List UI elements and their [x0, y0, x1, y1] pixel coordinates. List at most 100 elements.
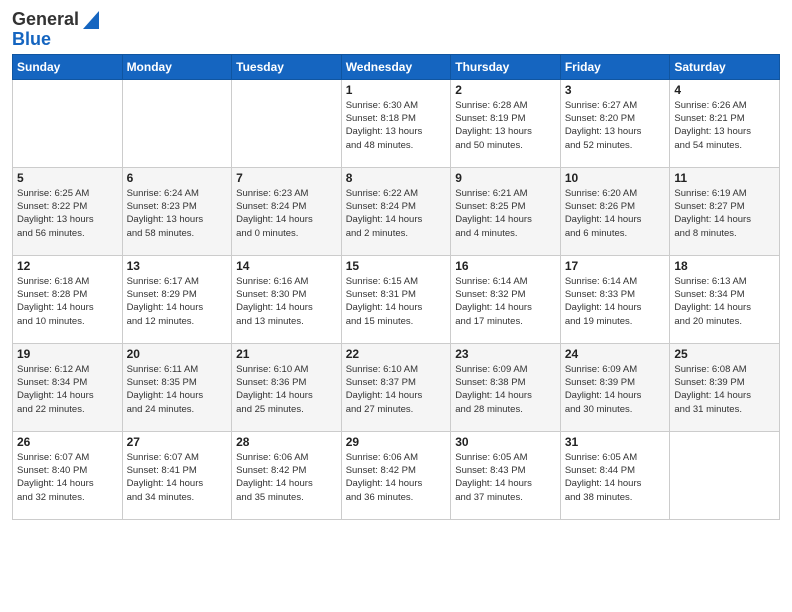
calendar-table: SundayMondayTuesdayWednesdayThursdayFrid… — [12, 54, 780, 520]
day-info: Sunrise: 6:20 AM Sunset: 8:26 PM Dayligh… — [565, 187, 666, 240]
day-number: 24 — [565, 347, 666, 361]
calendar-cell: 19Sunrise: 6:12 AM Sunset: 8:34 PM Dayli… — [13, 343, 123, 431]
day-number: 26 — [17, 435, 118, 449]
calendar-cell: 2 Sunrise: 6:28 AM Sunset: 8:19 PM Daylig… — [451, 79, 561, 167]
day-number: 16 — [455, 259, 556, 273]
week-row-3: 12 Sunrise: 6:18 AM Sunset: 8:28 PM Dayli… — [13, 255, 780, 343]
day-info: Sunrise: 6:17 AM Sunset: 8:29 PM Dayligh… — [127, 275, 228, 328]
day-number: 20 — [127, 347, 228, 361]
day-number: 25 — [674, 347, 775, 361]
day-header-monday: Monday — [122, 54, 232, 79]
day-number: 17 — [565, 259, 666, 273]
day-info: Sunrise: 6:25 AM Sunset: 8:22 PM Dayligh… — [17, 187, 118, 240]
calendar-cell: 31Sunrise: 6:05 AM Sunset: 8:44 PM Dayli… — [560, 431, 670, 519]
calendar-cell: 29Sunrise: 6:06 AM Sunset: 8:42 PM Dayli… — [341, 431, 451, 519]
calendar-cell: 22Sunrise: 6:10 AM Sunset: 8:37 PM Dayli… — [341, 343, 451, 431]
day-info: Sunrise: 6:07 AM Sunset: 8:40 PM Dayligh… — [17, 451, 118, 504]
day-number: 30 — [455, 435, 556, 449]
calendar-cell: 26 Sunrise: 6:07 AM Sunset: 8:40 PM Dayli… — [13, 431, 123, 519]
calendar-cell: 14Sunrise: 6:16 AM Sunset: 8:30 PM Dayli… — [232, 255, 342, 343]
day-number: 31 — [565, 435, 666, 449]
day-number: 7 — [236, 171, 337, 185]
day-header-thursday: Thursday — [451, 54, 561, 79]
calendar-cell: 30Sunrise: 6:05 AM Sunset: 8:43 PM Dayli… — [451, 431, 561, 519]
day-info: Sunrise: 6:16 AM Sunset: 8:30 PM Dayligh… — [236, 275, 337, 328]
day-number: 4 — [674, 83, 775, 97]
day-info: Sunrise: 6:30 AM Sunset: 8:18 PM Dayligh… — [346, 99, 447, 152]
logo-text-blue: Blue — [12, 29, 51, 49]
calendar-cell: 18 Sunrise: 6:13 AM Sunset: 8:34 PM Dayli… — [670, 255, 780, 343]
day-info: Sunrise: 6:24 AM Sunset: 8:23 PM Dayligh… — [127, 187, 228, 240]
calendar-cell: 8 Sunrise: 6:22 AM Sunset: 8:24 PM Daylig… — [341, 167, 451, 255]
day-number: 11 — [674, 171, 775, 185]
calendar-cell: 23 Sunrise: 6:09 AM Sunset: 8:38 PM Dayli… — [451, 343, 561, 431]
calendar-cell: 13 Sunrise: 6:17 AM Sunset: 8:29 PM Dayli… — [122, 255, 232, 343]
day-info: Sunrise: 6:27 AM Sunset: 8:20 PM Dayligh… — [565, 99, 666, 152]
day-info: Sunrise: 6:14 AM Sunset: 8:32 PM Dayligh… — [455, 275, 556, 328]
day-info: Sunrise: 6:22 AM Sunset: 8:24 PM Dayligh… — [346, 187, 447, 240]
day-info: Sunrise: 6:18 AM Sunset: 8:28 PM Dayligh… — [17, 275, 118, 328]
day-number: 13 — [127, 259, 228, 273]
day-info: Sunrise: 6:28 AM Sunset: 8:19 PM Dayligh… — [455, 99, 556, 152]
day-header-tuesday: Tuesday — [232, 54, 342, 79]
day-info: Sunrise: 6:21 AM Sunset: 8:25 PM Dayligh… — [455, 187, 556, 240]
calendar-cell — [13, 79, 123, 167]
week-row-4: 19Sunrise: 6:12 AM Sunset: 8:34 PM Dayli… — [13, 343, 780, 431]
calendar-cell — [232, 79, 342, 167]
day-header-sunday: Sunday — [13, 54, 123, 79]
calendar-cell: 6 Sunrise: 6:24 AM Sunset: 8:23 PM Daylig… — [122, 167, 232, 255]
days-header-row: SundayMondayTuesdayWednesdayThursdayFrid… — [13, 54, 780, 79]
day-number: 12 — [17, 259, 118, 273]
day-header-saturday: Saturday — [670, 54, 780, 79]
day-number: 29 — [346, 435, 447, 449]
day-info: Sunrise: 6:11 AM Sunset: 8:35 PM Dayligh… — [127, 363, 228, 416]
day-info: Sunrise: 6:13 AM Sunset: 8:34 PM Dayligh… — [674, 275, 775, 328]
calendar-cell: 10 Sunrise: 6:20 AM Sunset: 8:26 PM Dayli… — [560, 167, 670, 255]
day-number: 22 — [346, 347, 447, 361]
day-info: Sunrise: 6:09 AM Sunset: 8:39 PM Dayligh… — [565, 363, 666, 416]
day-number: 6 — [127, 171, 228, 185]
calendar-cell: 3 Sunrise: 6:27 AM Sunset: 8:20 PM Daylig… — [560, 79, 670, 167]
day-number: 18 — [674, 259, 775, 273]
header: General Blue — [12, 10, 780, 50]
calendar-cell: 12 Sunrise: 6:18 AM Sunset: 8:28 PM Dayli… — [13, 255, 123, 343]
week-row-1: 1Sunrise: 6:30 AM Sunset: 8:18 PM Daylig… — [13, 79, 780, 167]
day-number: 10 — [565, 171, 666, 185]
calendar-cell: 27 Sunrise: 6:07 AM Sunset: 8:41 PM Dayli… — [122, 431, 232, 519]
calendar-cell: 28 Sunrise: 6:06 AM Sunset: 8:42 PM Dayli… — [232, 431, 342, 519]
day-info: Sunrise: 6:09 AM Sunset: 8:38 PM Dayligh… — [455, 363, 556, 416]
day-info: Sunrise: 6:08 AM Sunset: 8:39 PM Dayligh… — [674, 363, 775, 416]
day-info: Sunrise: 6:12 AM Sunset: 8:34 PM Dayligh… — [17, 363, 118, 416]
calendar-cell: 15 Sunrise: 6:15 AM Sunset: 8:31 PM Dayli… — [341, 255, 451, 343]
day-number: 5 — [17, 171, 118, 185]
calendar-cell: 5 Sunrise: 6:25 AM Sunset: 8:22 PM Daylig… — [13, 167, 123, 255]
day-header-wednesday: Wednesday — [341, 54, 451, 79]
logo: General Blue — [12, 10, 99, 50]
calendar-cell: 11 Sunrise: 6:19 AM Sunset: 8:27 PM Dayli… — [670, 167, 780, 255]
calendar-cell: 4 Sunrise: 6:26 AM Sunset: 8:21 PM Daylig… — [670, 79, 780, 167]
day-info: Sunrise: 6:19 AM Sunset: 8:27 PM Dayligh… — [674, 187, 775, 240]
day-info: Sunrise: 6:06 AM Sunset: 8:42 PM Dayligh… — [236, 451, 337, 504]
day-number: 23 — [455, 347, 556, 361]
page-container: General Blue SundayMondayTuesdayWednesda… — [0, 0, 792, 528]
day-info: Sunrise: 6:23 AM Sunset: 8:24 PM Dayligh… — [236, 187, 337, 240]
day-info: Sunrise: 6:07 AM Sunset: 8:41 PM Dayligh… — [127, 451, 228, 504]
calendar-cell — [670, 431, 780, 519]
day-number: 27 — [127, 435, 228, 449]
calendar-cell: 7 Sunrise: 6:23 AM Sunset: 8:24 PM Daylig… — [232, 167, 342, 255]
day-number: 28 — [236, 435, 337, 449]
day-header-friday: Friday — [560, 54, 670, 79]
day-number: 8 — [346, 171, 447, 185]
day-info: Sunrise: 6:10 AM Sunset: 8:36 PM Dayligh… — [236, 363, 337, 416]
calendar-cell: 1Sunrise: 6:30 AM Sunset: 8:18 PM Daylig… — [341, 79, 451, 167]
day-number: 21 — [236, 347, 337, 361]
day-info: Sunrise: 6:26 AM Sunset: 8:21 PM Dayligh… — [674, 99, 775, 152]
day-number: 3 — [565, 83, 666, 97]
day-info: Sunrise: 6:14 AM Sunset: 8:33 PM Dayligh… — [565, 275, 666, 328]
day-number: 2 — [455, 83, 556, 97]
calendar-cell: 21 Sunrise: 6:10 AM Sunset: 8:36 PM Dayli… — [232, 343, 342, 431]
day-info: Sunrise: 6:15 AM Sunset: 8:31 PM Dayligh… — [346, 275, 447, 328]
calendar-cell: 17 Sunrise: 6:14 AM Sunset: 8:33 PM Dayli… — [560, 255, 670, 343]
day-number: 15 — [346, 259, 447, 273]
calendar-cell: 20 Sunrise: 6:11 AM Sunset: 8:35 PM Dayli… — [122, 343, 232, 431]
